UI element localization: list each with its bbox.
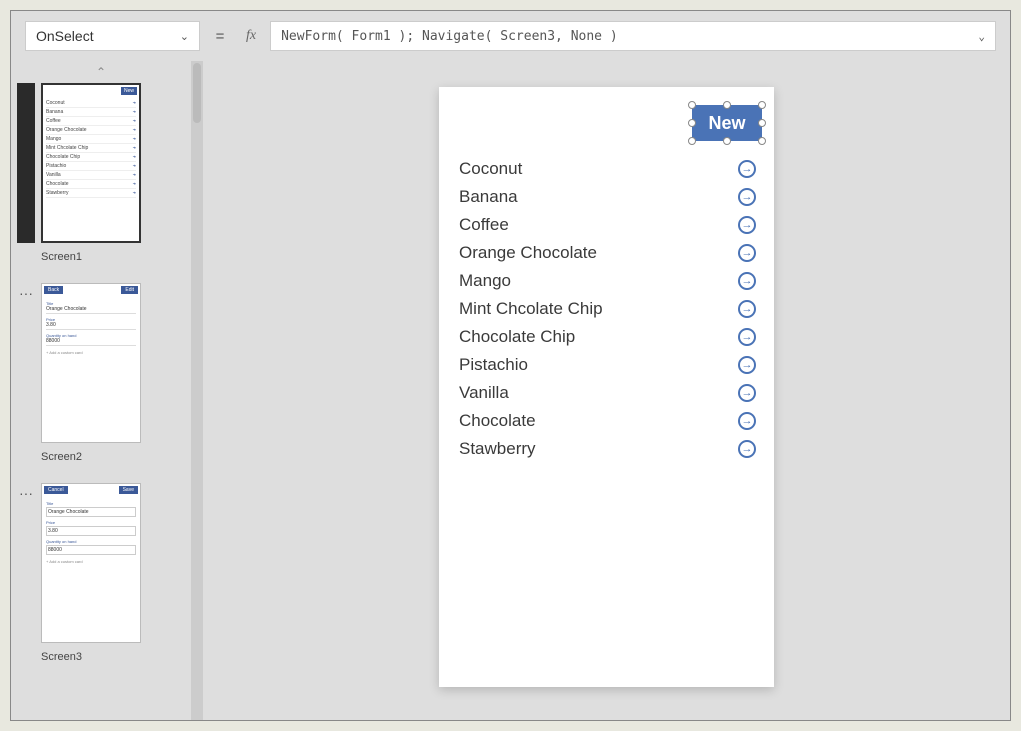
chevron-down-icon: ⌄ bbox=[180, 30, 189, 43]
list-item[interactable]: Stawberry → bbox=[459, 435, 762, 463]
gallery-list: Coconut→Banana→Coffee→Orange Chocolate→M… bbox=[459, 155, 762, 463]
list-item[interactable]: Banana → bbox=[459, 183, 762, 211]
list-item-label: Vanilla bbox=[459, 383, 509, 403]
list-item[interactable]: Pistachio → bbox=[459, 351, 762, 379]
arrow-right-circle-icon[interactable]: → bbox=[738, 440, 756, 458]
formula-bar: OnSelect ⌄ = fx NewForm( Form1 ); Naviga… bbox=[11, 11, 1010, 61]
screen-thumbnail-row: ··· New Coconut➜Banana➜Coffee➜Orange Cho… bbox=[11, 83, 191, 243]
arrow-right-circle-icon[interactable]: → bbox=[738, 244, 756, 262]
list-item[interactable]: Chocolate Chip → bbox=[459, 323, 762, 351]
arrow-right-circle-icon[interactable]: → bbox=[738, 300, 756, 318]
resize-handle[interactable] bbox=[688, 119, 696, 127]
arrow-right-circle-icon[interactable]: → bbox=[738, 412, 756, 430]
list-item: Coffee➜ bbox=[46, 117, 136, 126]
resize-handle[interactable] bbox=[758, 119, 766, 127]
resize-handle[interactable] bbox=[758, 101, 766, 109]
screen-thumbnail-3[interactable]: Cancel Save Title Orange Chocolate Price… bbox=[41, 483, 141, 643]
property-selector[interactable]: OnSelect ⌄ bbox=[25, 21, 200, 51]
list-item: Vanilla➜ bbox=[46, 171, 136, 180]
list-item: Chocolate➜ bbox=[46, 180, 136, 189]
screen-label: Screen3 bbox=[41, 651, 191, 663]
sidebar-splitter[interactable] bbox=[191, 61, 203, 720]
list-item-label: Chocolate Chip bbox=[459, 327, 575, 347]
list-item[interactable]: Vanilla → bbox=[459, 379, 762, 407]
screen-thumbnail-row: ··· Back Edit Title Orange Chocolate Pri… bbox=[11, 283, 191, 443]
list-item-label: Mint Chcolate Chip bbox=[459, 299, 603, 319]
arrow-right-circle-icon[interactable]: → bbox=[738, 188, 756, 206]
formula-text: NewForm( Form1 ); Navigate( Screen3, Non… bbox=[281, 29, 618, 44]
list-item: Chocolate Chip➜ bbox=[46, 153, 136, 162]
list-item: Pistachio➜ bbox=[46, 162, 136, 171]
list-item: Coconut➜ bbox=[46, 99, 136, 108]
ellipsis-icon[interactable]: ··· bbox=[17, 483, 35, 501]
list-item-label: Chocolate bbox=[459, 411, 536, 431]
arrow-right-circle-icon[interactable]: → bbox=[738, 328, 756, 346]
new-button-selection[interactable]: New bbox=[692, 105, 762, 141]
resize-handle[interactable] bbox=[688, 137, 696, 145]
list-item-label: Stawberry bbox=[459, 439, 536, 459]
list-item[interactable]: Mint Chcolate Chip → bbox=[459, 295, 762, 323]
list-item[interactable]: Orange Chocolate → bbox=[459, 239, 762, 267]
app-frame: OnSelect ⌄ = fx NewForm( Form1 ); Naviga… bbox=[10, 10, 1011, 721]
thumb-edit-button: Edit bbox=[121, 286, 138, 294]
list-item: Mint Chcolate Chip➜ bbox=[46, 144, 136, 153]
fx-icon: fx bbox=[240, 28, 262, 44]
list-item: Banana➜ bbox=[46, 108, 136, 117]
arrow-right-circle-icon[interactable]: → bbox=[738, 384, 756, 402]
screen-thumbnail-2[interactable]: Back Edit Title Orange Chocolate Price 3… bbox=[41, 283, 141, 443]
equals-label: = bbox=[208, 28, 232, 45]
list-item[interactable]: Coffee → bbox=[459, 211, 762, 239]
list-item[interactable]: Coconut → bbox=[459, 155, 762, 183]
resize-handle[interactable] bbox=[723, 137, 731, 145]
arrow-right-circle-icon[interactable]: → bbox=[738, 356, 756, 374]
screen-label: Screen2 bbox=[41, 451, 191, 463]
list-item-label: Banana bbox=[459, 187, 518, 207]
list-item-label: Mango bbox=[459, 271, 511, 291]
list-item-label: Coconut bbox=[459, 159, 522, 179]
thumb-cancel-button: Cancel bbox=[44, 486, 68, 494]
arrow-right-circle-icon[interactable]: → bbox=[738, 160, 756, 178]
list-item-label: Coffee bbox=[459, 215, 509, 235]
formula-input[interactable]: NewForm( Form1 ); Navigate( Screen3, Non… bbox=[270, 21, 996, 51]
property-selector-value: OnSelect bbox=[36, 28, 94, 44]
list-item[interactable]: Chocolate → bbox=[459, 407, 762, 435]
chevron-down-icon[interactable]: ⌄ bbox=[978, 30, 985, 43]
list-item: Orange Chocolate➜ bbox=[46, 126, 136, 135]
design-canvas[interactable]: New Coconut→Banana→Coffee→Orange Chocola… bbox=[203, 61, 1010, 720]
thumb-new-button: New bbox=[121, 87, 137, 95]
resize-handle[interactable] bbox=[723, 101, 731, 109]
thumb-back-button: Back bbox=[44, 286, 63, 294]
list-item-label: Orange Chocolate bbox=[459, 243, 597, 263]
app-screen-preview: New Coconut→Banana→Coffee→Orange Chocola… bbox=[439, 87, 774, 687]
list-item-label: Pistachio bbox=[459, 355, 528, 375]
ellipsis-icon[interactable]: ··· bbox=[17, 283, 35, 301]
arrow-right-circle-icon[interactable]: → bbox=[738, 272, 756, 290]
thumb-save-button: Save bbox=[119, 486, 138, 494]
list-item: Stawberry➜ bbox=[46, 189, 136, 198]
new-button[interactable]: New bbox=[692, 105, 762, 141]
list-item: Mango➜ bbox=[46, 135, 136, 144]
screen-label: Screen1 bbox=[41, 251, 191, 263]
arrow-right-circle-icon[interactable]: → bbox=[738, 216, 756, 234]
main-area: ⌃ ··· New Coconut➜Banana➜Coffee➜Orange C… bbox=[11, 61, 1010, 720]
resize-handle[interactable] bbox=[688, 101, 696, 109]
screen-thumbnail-1[interactable]: New Coconut➜Banana➜Coffee➜Orange Chocola… bbox=[41, 83, 141, 243]
screen-thumbnail-row: ··· Cancel Save Title Orange Chocolate P… bbox=[11, 483, 191, 643]
screens-sidebar: ⌃ ··· New Coconut➜Banana➜Coffee➜Orange C… bbox=[11, 61, 191, 720]
resize-handle[interactable] bbox=[758, 137, 766, 145]
scroll-up-icon[interactable]: ⌃ bbox=[11, 61, 191, 83]
list-item[interactable]: Mango → bbox=[459, 267, 762, 295]
